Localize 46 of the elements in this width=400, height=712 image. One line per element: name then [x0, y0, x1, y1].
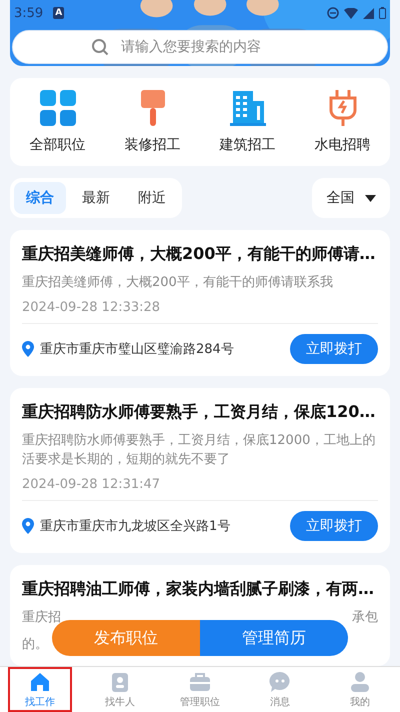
user-icon: [349, 670, 371, 692]
nav-tab[interactable]: 我的: [328, 667, 392, 712]
job-description: 承包: [352, 609, 378, 627]
grid-icon: [38, 88, 78, 128]
call-button[interactable]: 立即拨打: [290, 511, 378, 541]
category-item[interactable]: 水电招聘: [295, 88, 390, 154]
filter-tab[interactable]: 附近: [126, 182, 178, 214]
location-pin-icon: [22, 518, 34, 534]
category-item[interactable]: 装修招工: [105, 88, 200, 154]
search-field[interactable]: 请输入您要搜索的内容: [12, 30, 388, 64]
category-item[interactable]: 建筑招工: [200, 88, 295, 154]
search-icon: [91, 38, 109, 56]
home-icon: [29, 670, 51, 692]
job-address: 重庆市重庆市九龙坡区全兴路1号: [40, 518, 232, 535]
location-pin-icon: [22, 341, 34, 357]
category-item[interactable]: 全部职位: [10, 88, 105, 154]
nav-tab[interactable]: 消息: [248, 667, 312, 712]
call-button[interactable]: 立即拨打: [290, 334, 378, 364]
job-description: 重庆招聘防水师傅要熟手，工资月结，保底12000，工地上的活要求是长期的，短期的就先不要了: [22, 432, 376, 469]
notification-icon: A: [53, 7, 64, 19]
region-dropdown[interactable]: 全国: [312, 178, 390, 218]
battery-icon: [379, 7, 386, 19]
status-time: 3:59: [14, 6, 44, 20]
id-card-icon: [109, 670, 131, 692]
chat-icon: [269, 670, 291, 692]
filter-tab[interactable]: 最新: [70, 182, 122, 214]
job-date: 2024-09-28 12:31:47: [22, 477, 162, 492]
job-address: 重庆市重庆市璧山区璧渝路284号: [40, 341, 235, 358]
building-icon: [228, 88, 268, 128]
filter-tab[interactable]: 综合: [14, 182, 66, 214]
job-description: 重庆招美缝师傅，大概200平，有能干的师傅请联系我: [22, 274, 334, 292]
briefcase-icon: [189, 670, 211, 692]
job-title: 重庆招聘油工师傅，家装内墙刮腻子刷漆，有两…: [22, 579, 375, 600]
wifi-icon: [344, 8, 358, 18]
job-date: 2024-09-28 12:33:28: [22, 300, 162, 315]
job-title: 重庆招美缝师傅，大概200平，有能干的师傅请…: [22, 244, 376, 265]
search-field[interactable]: 请输入您要搜索的内容: [119, 38, 309, 56]
do-not-disturb-icon: [327, 7, 339, 19]
job-description: 的。: [22, 636, 48, 654]
job-title: 重庆招聘防水师傅要熟手，工资月结，保底120…: [22, 402, 376, 423]
signal-icon: [363, 8, 374, 18]
manage-resume-button[interactable]: 管理简历: [200, 620, 348, 656]
nav-tab[interactable]: 找牛人: [88, 667, 152, 712]
caret-icon: [364, 194, 376, 202]
nav-tab[interactable]: 找工作: [8, 667, 72, 712]
nav-tab[interactable]: 管理职位: [168, 667, 232, 712]
